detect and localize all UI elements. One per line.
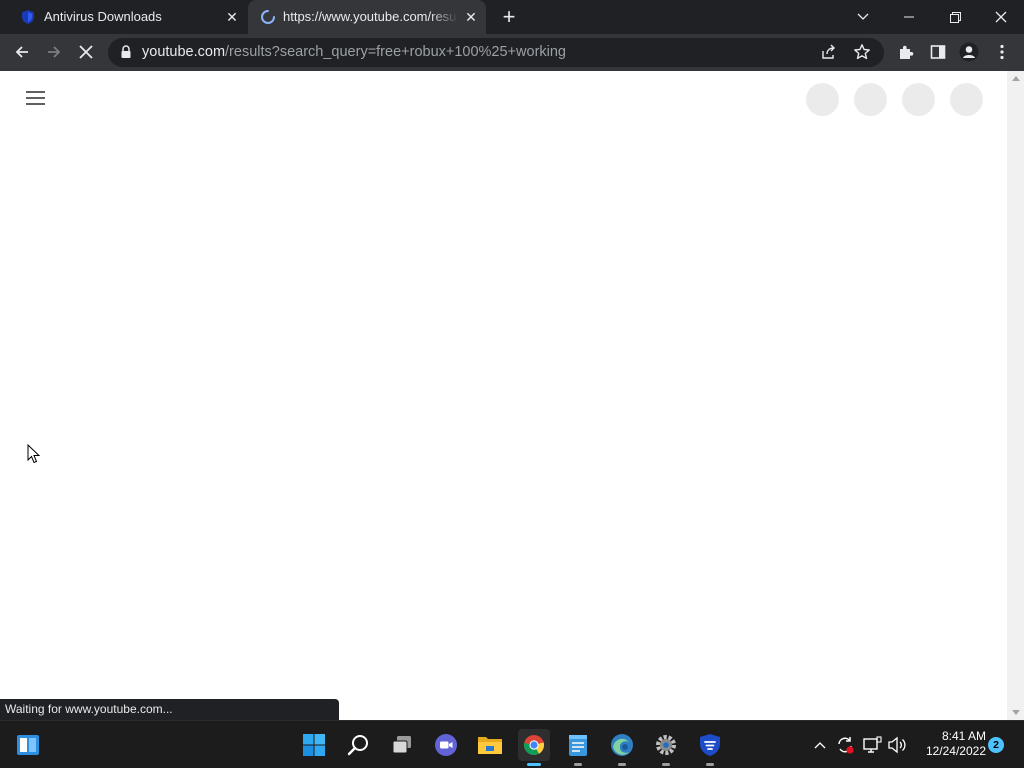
edge-dev-icon bbox=[611, 734, 633, 756]
shield-icon bbox=[20, 9, 36, 25]
clock-date: 12/24/2022 bbox=[925, 744, 986, 758]
notepad-button[interactable] bbox=[562, 729, 594, 766]
running-app-indicator bbox=[706, 763, 714, 766]
running-app-indicator bbox=[574, 763, 582, 766]
minimize-button[interactable] bbox=[886, 0, 932, 34]
vpn-shield-icon bbox=[700, 734, 720, 756]
tab-search-button[interactable] bbox=[840, 0, 886, 34]
show-hidden-icons-button[interactable] bbox=[809, 733, 831, 757]
profile-button[interactable] bbox=[955, 38, 983, 66]
url-host: youtube.com bbox=[142, 44, 226, 60]
speaker-icon bbox=[888, 736, 906, 754]
restore-button[interactable] bbox=[932, 0, 978, 34]
network-tray[interactable] bbox=[861, 733, 883, 757]
tab-antivirus-downloads[interactable]: Antivirus Downloads ✕ bbox=[8, 0, 246, 34]
start-button[interactable] bbox=[298, 729, 330, 761]
extensions-button[interactable] bbox=[892, 38, 920, 66]
notification-count-badge[interactable]: 2 bbox=[988, 737, 1004, 753]
gear-icon bbox=[656, 735, 676, 755]
settings-button[interactable] bbox=[650, 729, 682, 766]
chrome-menu-button[interactable] bbox=[988, 38, 1016, 66]
stop-icon bbox=[79, 45, 93, 59]
system-clock[interactable]: 8:41 AM 12/24/2022 bbox=[912, 729, 986, 759]
close-tab-icon[interactable]: ✕ bbox=[463, 9, 479, 25]
task-view-icon bbox=[392, 736, 411, 754]
clock-time: 8:41 AM bbox=[941, 729, 986, 743]
search-button[interactable] bbox=[342, 729, 374, 761]
stop-loading-button[interactable] bbox=[72, 38, 100, 66]
arrow-left-icon bbox=[15, 46, 28, 58]
minimize-icon bbox=[904, 16, 914, 18]
bookmark-star-icon[interactable] bbox=[853, 43, 871, 66]
windows-taskbar: 8:41 AM 12/24/2022 2 bbox=[0, 720, 1024, 768]
tab-title: https://www.youtube.com/results?search_q… bbox=[283, 9, 458, 24]
address-bar[interactable]: youtube.com/results?search_query=free+ro… bbox=[108, 38, 884, 67]
more-vertical-icon bbox=[1000, 44, 1004, 60]
file-explorer-button[interactable] bbox=[474, 729, 506, 761]
new-tab-button[interactable]: + bbox=[499, 6, 519, 28]
url-path: /results?search_query=free+robux+100%25+… bbox=[225, 44, 566, 60]
notepad-icon bbox=[569, 735, 587, 756]
widgets-button[interactable] bbox=[12, 729, 44, 761]
vertical-scrollbar[interactable] bbox=[1007, 71, 1024, 720]
profile-icon bbox=[959, 42, 979, 62]
header-placeholder-circle bbox=[806, 83, 839, 116]
loading-spinner-icon bbox=[260, 9, 276, 25]
folder-icon bbox=[478, 737, 502, 754]
chrome-icon bbox=[523, 735, 545, 755]
header-placeholder-circle bbox=[902, 83, 935, 116]
running-app-indicator bbox=[618, 763, 626, 766]
header-placeholder-circle bbox=[854, 83, 887, 116]
sync-status-tray[interactable] bbox=[834, 733, 856, 757]
close-window-button[interactable] bbox=[978, 0, 1024, 34]
chrome-taskbar-button[interactable] bbox=[518, 729, 550, 766]
page-viewport bbox=[0, 71, 1007, 720]
arrow-right-icon bbox=[48, 46, 61, 58]
vpn-button[interactable] bbox=[694, 729, 726, 766]
chat-button[interactable] bbox=[430, 729, 462, 761]
side-panel-button[interactable] bbox=[924, 38, 952, 66]
close-icon bbox=[995, 11, 1007, 23]
forward-button[interactable] bbox=[40, 38, 68, 66]
chevron-up-icon bbox=[814, 742, 826, 749]
share-icon[interactable] bbox=[820, 43, 838, 66]
scroll-down-arrow-icon[interactable] bbox=[1012, 710, 1020, 715]
puzzle-icon bbox=[900, 45, 914, 59]
video-chat-icon bbox=[435, 734, 457, 756]
edge-dev-button[interactable] bbox=[606, 729, 638, 766]
back-button[interactable] bbox=[8, 38, 36, 66]
sync-alert-icon bbox=[838, 737, 854, 754]
volume-tray[interactable] bbox=[886, 733, 908, 757]
chevron-down-icon bbox=[857, 13, 869, 20]
active-app-indicator bbox=[527, 763, 541, 766]
close-tab-icon[interactable]: ✕ bbox=[224, 9, 240, 25]
status-text: Waiting for www.youtube.com... bbox=[5, 702, 173, 716]
status-bubble: Waiting for www.youtube.com... bbox=[0, 699, 339, 720]
network-icon bbox=[863, 736, 882, 753]
header-placeholder-circle bbox=[950, 83, 983, 116]
scroll-up-arrow-icon[interactable] bbox=[1012, 76, 1020, 81]
tab-title: Antivirus Downloads bbox=[44, 9, 162, 24]
side-panel-icon bbox=[930, 45, 946, 59]
search-icon bbox=[347, 735, 368, 756]
restore-icon bbox=[949, 11, 961, 23]
windows-logo-icon bbox=[303, 734, 325, 756]
mouse-cursor-icon bbox=[27, 444, 41, 464]
task-view-button[interactable] bbox=[386, 729, 418, 761]
running-app-indicator bbox=[662, 763, 670, 766]
browser-toolbar: youtube.com/results?search_query=free+ro… bbox=[0, 34, 1024, 71]
lock-icon[interactable] bbox=[120, 45, 132, 59]
url-text[interactable]: youtube.com/results?search_query=free+ro… bbox=[142, 44, 566, 60]
widgets-icon bbox=[17, 735, 39, 755]
browser-tab-strip: Antivirus Downloads ✕ https://www.youtub… bbox=[0, 0, 1024, 34]
hamburger-menu-icon[interactable] bbox=[26, 90, 46, 106]
tab-youtube-results[interactable]: https://www.youtube.com/results?search_q… bbox=[248, 0, 486, 34]
